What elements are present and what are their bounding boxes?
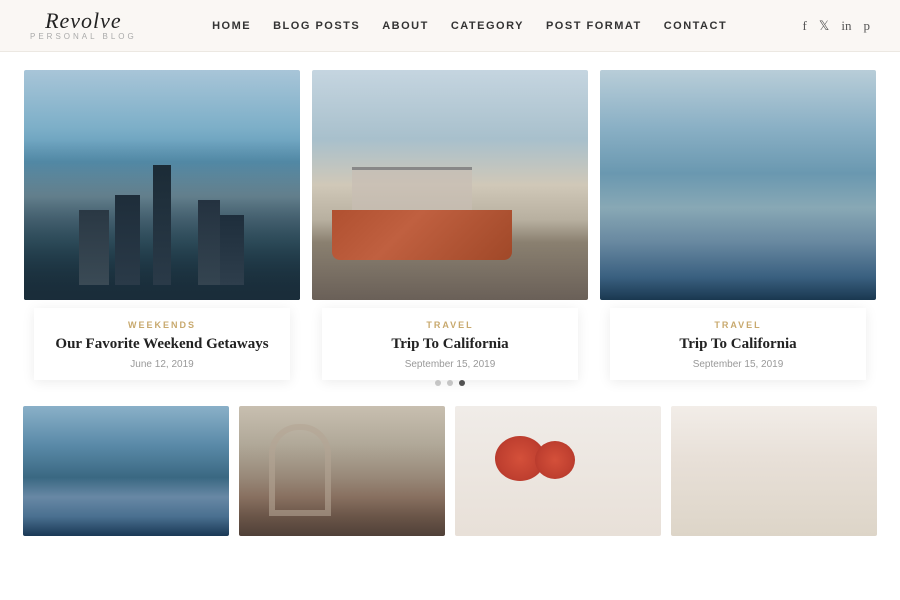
thumb-item-1[interactable] (23, 406, 229, 536)
card-title-3: Trip To California (625, 335, 851, 355)
card-image-2 (312, 70, 588, 300)
thumb-item-2[interactable] (239, 406, 445, 536)
card-category-3: TRAVEL (625, 320, 851, 330)
card-content-2: TRAVEL Trip To California September 15, … (322, 308, 578, 381)
logo[interactable]: Revolve PERSONAL BLOG (30, 9, 137, 42)
card-date-2: September 15, 2019 (337, 359, 563, 370)
linkedin-icon[interactable]: in (841, 18, 851, 34)
nav-category[interactable]: CATEGORY (451, 20, 524, 32)
thumb-item-4[interactable] (671, 406, 877, 536)
social-links: f 𝕏 in p (803, 18, 870, 34)
featured-card-2[interactable]: TRAVEL Trip To California September 15, … (312, 70, 588, 370)
thumb-chicago-image (23, 406, 229, 536)
card-content-1: WEEKENDS Our Favorite Weekend Getaways J… (34, 308, 290, 381)
nav-home[interactable]: HOME (212, 20, 251, 32)
featured-grid: WEEKENDS Our Favorite Weekend Getaways J… (18, 70, 882, 370)
thumbnail-grid (18, 406, 882, 536)
logo-subtitle: PERSONAL BLOG (30, 33, 137, 42)
dot-1[interactable] (435, 380, 441, 386)
nav-about[interactable]: ABOUT (382, 20, 429, 32)
card-title-2: Trip To California (337, 335, 563, 355)
thumb-arches-image (239, 406, 445, 536)
card-content-3: TRAVEL Trip To California September 15, … (610, 308, 866, 381)
card-category-2: TRAVEL (337, 320, 563, 330)
pinterest-icon[interactable]: p (864, 18, 871, 34)
card-date-1: June 12, 2019 (49, 359, 275, 370)
logo-title: Revolve (45, 9, 122, 33)
nav-contact[interactable]: CONTACT (664, 20, 727, 32)
dot-3[interactable] (459, 380, 465, 386)
card-image-3 (600, 70, 876, 300)
card-category-1: WEEKENDS (49, 320, 275, 330)
featured-section: WEEKENDS Our Favorite Weekend Getaways J… (0, 52, 900, 392)
site-header: Revolve PERSONAL BLOG HOME BLOG POSTS AB… (0, 0, 900, 52)
card-image-1 (24, 70, 300, 300)
nav-blog-posts[interactable]: BLOG POSTS (273, 20, 360, 32)
featured-card-3[interactable]: TRAVEL Trip To California September 15, … (600, 70, 876, 370)
card-title-1: Our Favorite Weekend Getaways (49, 335, 275, 355)
main-content: WEEKENDS Our Favorite Weekend Getaways J… (0, 52, 900, 536)
chicago-skyline-image-2 (600, 70, 876, 300)
card-date-3: September 15, 2019 (625, 359, 851, 370)
main-nav: HOME BLOG POSTS ABOUT CATEGORY POST FORM… (212, 20, 727, 32)
twitter-icon[interactable]: 𝕏 (819, 18, 829, 34)
facebook-icon[interactable]: f (803, 18, 807, 34)
chicago-skyline-image-1 (24, 70, 300, 300)
nav-post-format[interactable]: POST FORMAT (546, 20, 642, 32)
dot-2[interactable] (447, 380, 453, 386)
thumb-figs-image (455, 406, 661, 536)
thumb-item-3[interactable] (455, 406, 661, 536)
thumb-dried-image (671, 406, 877, 536)
harbor-boat-image (312, 70, 588, 300)
featured-card-1[interactable]: WEEKENDS Our Favorite Weekend Getaways J… (24, 70, 300, 370)
